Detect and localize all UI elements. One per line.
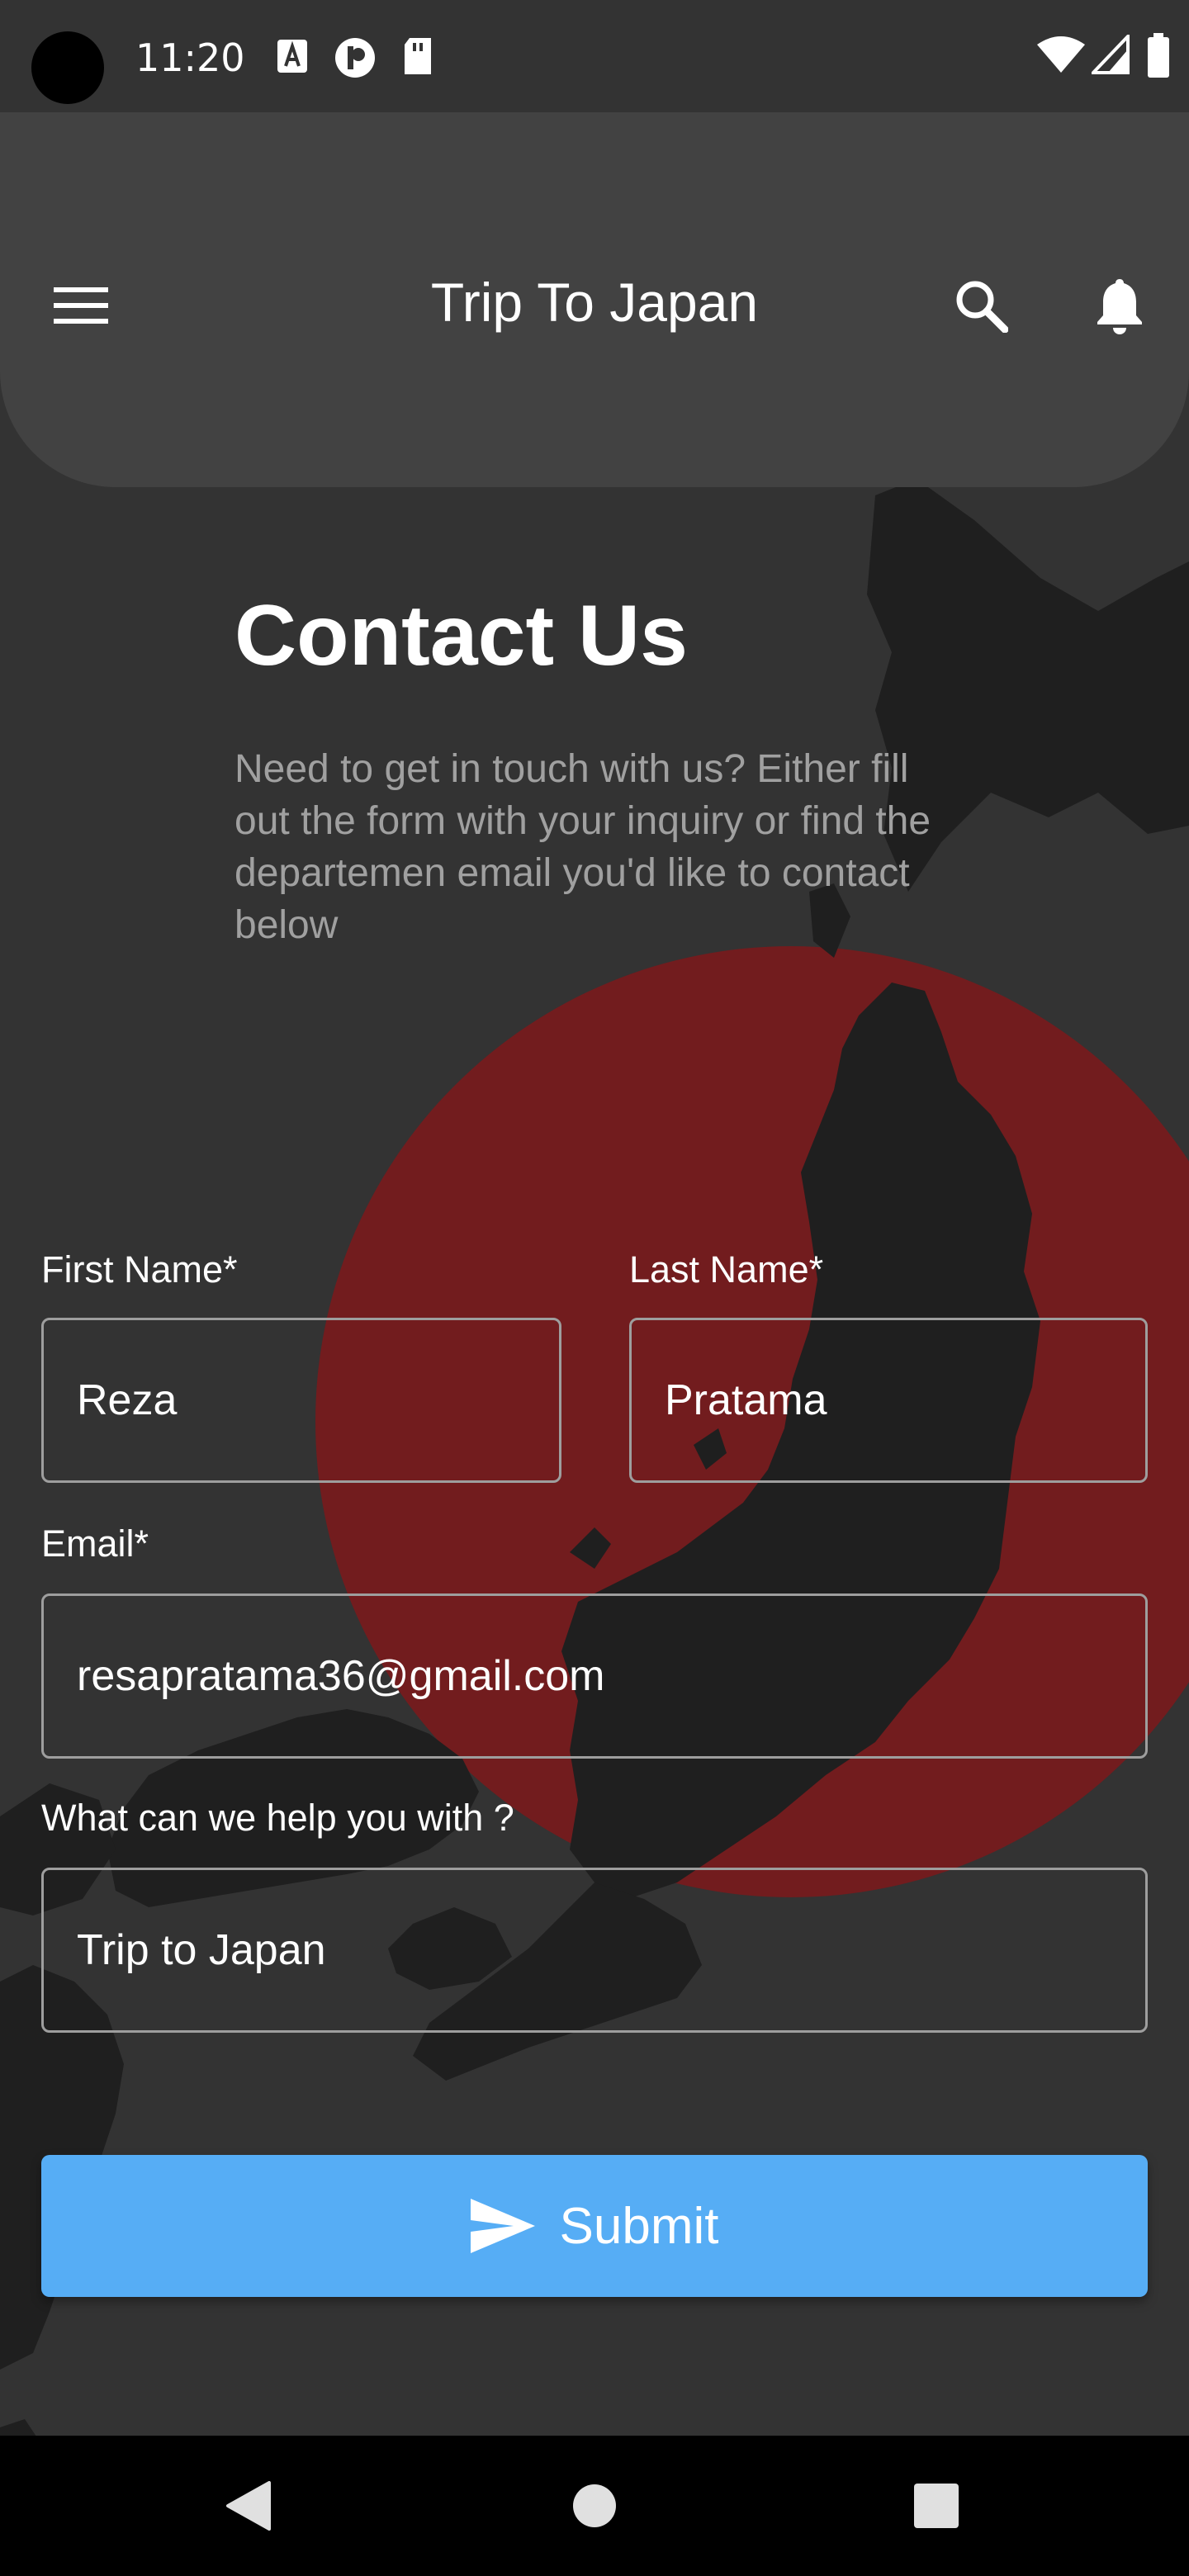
email-label: Email* bbox=[41, 1522, 149, 1565]
last-name-value: Pratama bbox=[665, 1376, 827, 1424]
first-name-field[interactable]: Reza bbox=[41, 1318, 561, 1483]
search-button[interactable] bbox=[941, 266, 1021, 345]
recents-button[interactable] bbox=[887, 2436, 986, 2576]
email-value: resapratama36@gmail.com bbox=[77, 1652, 605, 1700]
page-title: Contact Us bbox=[234, 588, 688, 684]
back-triangle-icon bbox=[226, 2481, 271, 2531]
search-icon bbox=[956, 281, 1008, 333]
last-name-label: Last Name* bbox=[629, 1248, 824, 1290]
sd-card-icon bbox=[401, 36, 434, 80]
recents-square-icon bbox=[914, 2484, 959, 2528]
intro-text: Need to get in touch with us? Either fil… bbox=[234, 747, 931, 947]
app-notification-icon bbox=[334, 36, 377, 83]
submit-label: Submit bbox=[559, 2197, 719, 2255]
help-label: What can we help you with ? bbox=[41, 1797, 514, 1839]
home-circle-icon bbox=[573, 2484, 616, 2527]
submit-button[interactable]: Submit bbox=[41, 2155, 1148, 2297]
camera-cutout bbox=[31, 31, 104, 104]
status-time: 11:20 bbox=[135, 36, 245, 80]
bell-icon bbox=[1097, 279, 1142, 334]
battery-icon bbox=[1148, 33, 1169, 82]
send-icon bbox=[470, 2199, 535, 2253]
help-field[interactable]: Trip to Japan bbox=[41, 1868, 1148, 2033]
wifi-icon bbox=[1037, 35, 1085, 78]
notifications-button[interactable] bbox=[1080, 266, 1159, 345]
first-name-value: Reza bbox=[77, 1376, 178, 1424]
app-bar: Trip To Japan bbox=[0, 112, 1189, 487]
cellular-signal-icon bbox=[1089, 32, 1130, 78]
help-value: Trip to Japan bbox=[77, 1926, 326, 1974]
screen: 11:20 Trip To Japan Contact Us Need to g… bbox=[0, 0, 1189, 2576]
last-name-field[interactable]: Pratama bbox=[629, 1318, 1148, 1483]
status-bar: 11:20 bbox=[0, 0, 1189, 112]
home-button[interactable] bbox=[545, 2436, 644, 2576]
accessibility-font-icon bbox=[276, 36, 309, 80]
back-button[interactable] bbox=[198, 2436, 297, 2576]
system-nav-bar bbox=[0, 2436, 1189, 2576]
email-field[interactable]: resapratama36@gmail.com bbox=[41, 1593, 1148, 1759]
first-name-label: First Name* bbox=[41, 1248, 238, 1290]
